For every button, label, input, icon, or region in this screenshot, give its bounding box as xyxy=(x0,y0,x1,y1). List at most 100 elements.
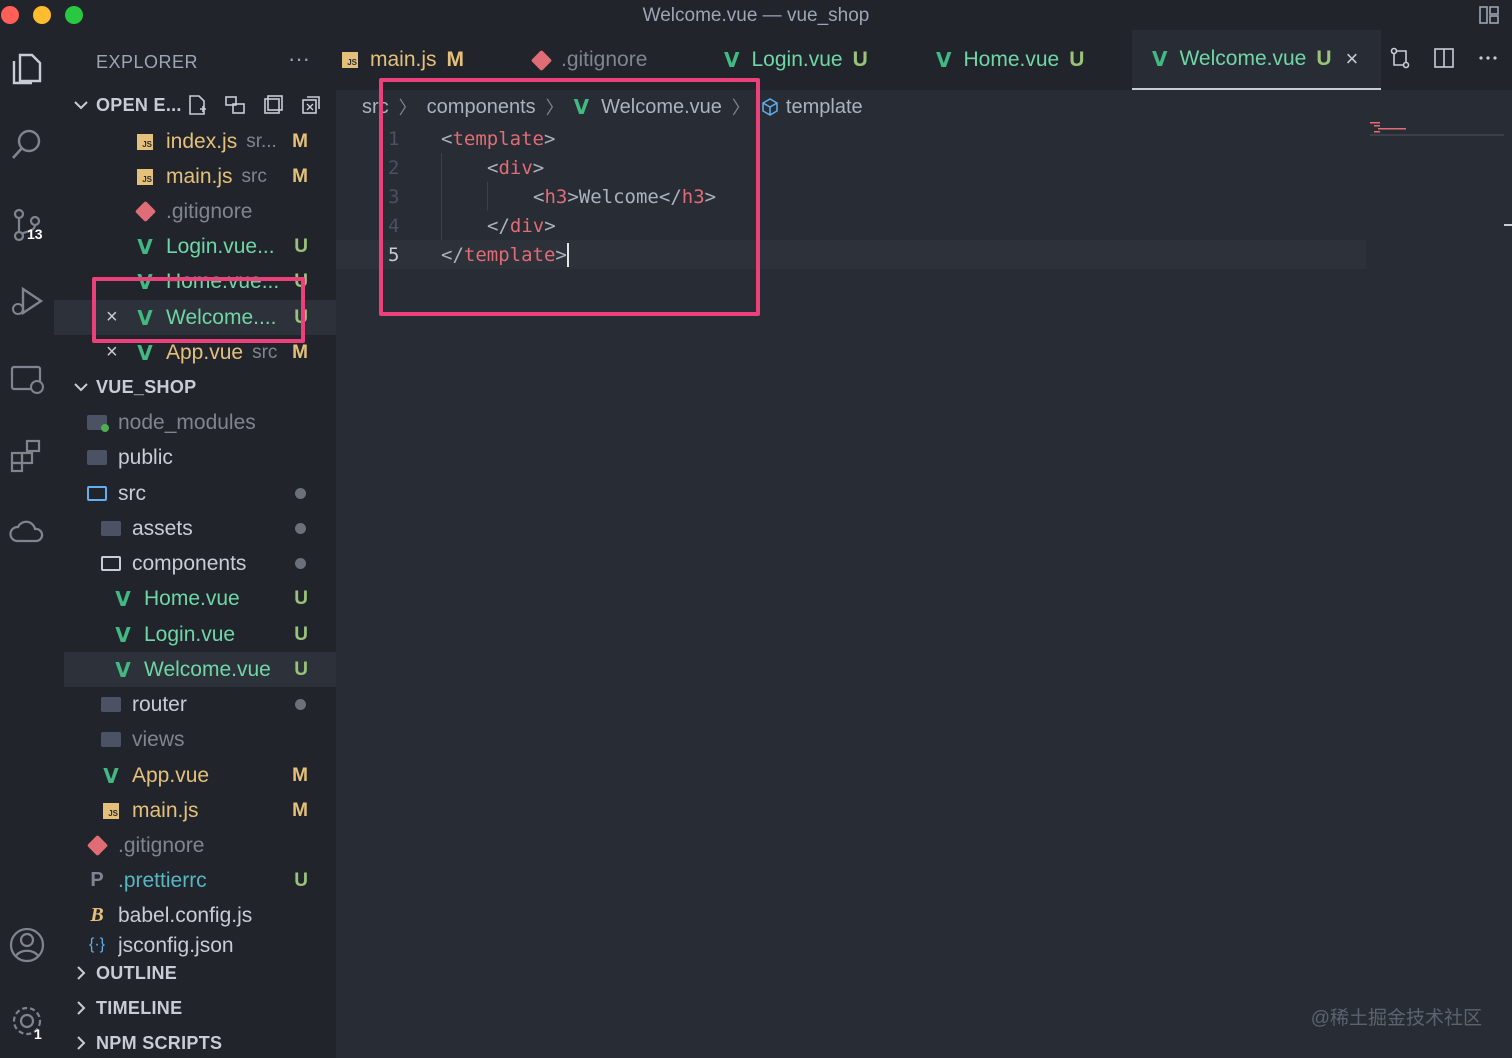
more-actions-icon[interactable] xyxy=(1476,46,1500,70)
vue-file-icon: V xyxy=(115,657,131,682)
tree-item-label: .prettierrc xyxy=(118,868,207,892)
settings-icon[interactable]: 1 xyxy=(0,994,54,1048)
open-editor-label: Welcome.... xyxy=(166,305,277,329)
tab-gitignore[interactable]: .gitignore xyxy=(530,30,648,90)
modified-dot xyxy=(295,523,306,534)
tree-item[interactable]: assets xyxy=(54,511,336,546)
git-status: U xyxy=(294,869,308,891)
tree-item[interactable]: components xyxy=(54,546,336,581)
open-editor-item[interactable]: × V App.vue src M xyxy=(54,335,336,370)
vue-file-icon: V xyxy=(137,340,153,365)
tree-item[interactable]: node_modules xyxy=(54,405,336,440)
js-file-icon: JS xyxy=(342,52,358,68)
tag-bracket: > xyxy=(704,185,717,208)
tree-item[interactable]: src xyxy=(54,476,336,511)
code-line: 4 </div > xyxy=(336,211,1366,240)
vue-file-icon: V xyxy=(137,234,153,259)
tag-name: template xyxy=(452,127,544,150)
open-editor-desc: src xyxy=(241,165,267,187)
open-editor-item[interactable]: V Login.vue... U xyxy=(54,229,336,264)
tree-item[interactable]: router xyxy=(54,687,336,722)
tree-item[interactable]: V Login.vue U xyxy=(54,617,336,652)
search-icon[interactable] xyxy=(0,118,54,172)
watermark: @稀土掘金技术社区 xyxy=(1310,1008,1482,1029)
tree-item[interactable]: public xyxy=(54,440,336,475)
npm-scripts-section-header[interactable]: NPM SCRIPTS xyxy=(54,1026,336,1058)
code-editor[interactable]: 1 < template > 2 < div > 3 < h3 > Welcome </h3 > … xyxy=(336,124,1366,284)
open-editor-item[interactable]: .gitignore xyxy=(54,194,336,229)
code-line-current: 5 </template > xyxy=(336,240,1366,269)
git-status: M xyxy=(292,130,308,152)
tree-item-label: node_modules xyxy=(118,410,256,434)
vue-file-icon: V xyxy=(115,622,131,647)
folder-icon xyxy=(86,447,108,469)
tree-item-label: Login.vue xyxy=(144,622,236,646)
open-editor-item[interactable]: V Home.vue... U xyxy=(54,264,336,299)
split-editor-icon[interactable] xyxy=(1432,46,1456,70)
open-editor-item[interactable]: × V Welcome.... U xyxy=(54,300,336,335)
tab-label: Welcome.vue xyxy=(1179,47,1307,70)
tree-item[interactable]: P .prettierrc U xyxy=(54,863,336,898)
extensions-icon[interactable] xyxy=(0,428,54,482)
open-editor-item[interactable]: JS main.js src M xyxy=(54,159,336,194)
project-section-header[interactable]: VUE_SHOP xyxy=(54,370,336,404)
breadcrumb-item[interactable]: template xyxy=(786,96,863,119)
babel-file-icon: B xyxy=(90,904,104,926)
source-control-icon[interactable]: 13 xyxy=(0,198,54,252)
close-editor-icon[interactable]: × xyxy=(106,341,118,364)
tab-main-js[interactable]: JS main.js M xyxy=(342,30,464,90)
tag-bracket: > xyxy=(544,214,556,237)
outline-section-header[interactable]: OUTLINE xyxy=(54,956,336,990)
tree-item[interactable]: V Home.vue U xyxy=(54,581,336,616)
cloud-icon[interactable] xyxy=(0,506,54,560)
git-status: M xyxy=(292,341,308,363)
close-tab-icon[interactable]: × xyxy=(1346,46,1359,72)
new-file-icon[interactable] xyxy=(186,94,208,116)
activity-bar: 13 1 xyxy=(0,30,54,1058)
account-icon[interactable] xyxy=(0,918,54,972)
tree-item[interactable]: V Welcome.vue U xyxy=(64,652,336,687)
tree-item[interactable]: .gitignore xyxy=(54,828,336,863)
open-editors-section-header[interactable]: OPEN E... xyxy=(54,88,336,122)
tag-name: h3 xyxy=(681,185,705,208)
timeline-section-header[interactable]: TIMELINE xyxy=(54,991,336,1025)
new-folder-icon[interactable] xyxy=(224,94,246,116)
tree-item[interactable]: views xyxy=(54,722,336,757)
vue-file-icon: V xyxy=(137,305,153,330)
open-changes-icon[interactable] xyxy=(1388,46,1412,70)
tab-home-vue[interactable]: V Home.vue U xyxy=(936,30,1084,90)
minimap[interactable] xyxy=(1368,120,1508,150)
chevron-down-icon xyxy=(74,101,88,110)
tree-item[interactable]: {·} jsconfig.json xyxy=(54,934,336,958)
save-all-icon[interactable] xyxy=(262,94,284,116)
run-debug-icon[interactable] xyxy=(0,274,54,328)
explorer-icon[interactable] xyxy=(0,42,54,96)
tree-item-label: public xyxy=(118,445,173,469)
close-all-icon[interactable] xyxy=(300,94,322,116)
open-editor-item[interactable]: JS index.js sr... M xyxy=(54,124,336,159)
tree-item[interactable]: V App.vue M xyxy=(54,758,336,793)
vue-file-icon: V xyxy=(137,269,153,294)
tree-item[interactable]: JS main.js M xyxy=(54,793,336,828)
git-status: M xyxy=(292,764,308,786)
line-number: 1 xyxy=(388,127,400,150)
remote-explorer-icon[interactable] xyxy=(0,352,54,406)
tab-login-vue[interactable]: V Login.vue U xyxy=(724,30,868,90)
git-status: U xyxy=(294,270,308,292)
chevron-down-icon xyxy=(74,383,88,392)
customize-layout-icon[interactable] xyxy=(1478,4,1500,26)
tab-welcome-vue[interactable]: V Welcome.vue U × xyxy=(1132,30,1381,90)
close-editor-icon[interactable]: × xyxy=(106,306,118,329)
tree-item-label: Home.vue xyxy=(144,586,240,610)
tree-item[interactable]: B babel.config.js xyxy=(54,898,336,933)
tag-name: div xyxy=(498,156,533,179)
breadcrumb-item[interactable]: Welcome.vue xyxy=(601,96,722,119)
breadcrumb-item[interactable]: src xyxy=(362,96,389,119)
git-status: U xyxy=(294,587,308,609)
breadcrumb-item[interactable]: components xyxy=(427,96,536,119)
folder-icon xyxy=(100,729,122,751)
tag-bracket: > xyxy=(532,156,545,179)
tree-item-label: components xyxy=(132,551,247,575)
tab-label: .gitignore xyxy=(561,48,648,71)
explorer-more-actions-button[interactable]: ··· xyxy=(288,46,310,72)
